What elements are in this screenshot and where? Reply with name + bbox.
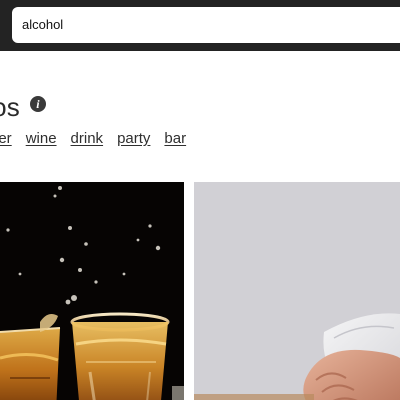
info-icon[interactable]: i bbox=[29, 96, 46, 112]
search-results-page: otos i eer wine drink party bar bbox=[0, 0, 400, 400]
tag-drink[interactable]: drink bbox=[71, 130, 104, 150]
tag-bar[interactable]: bar bbox=[164, 130, 186, 150]
photo-person-hands[interactable] bbox=[194, 182, 400, 400]
person-hands-image bbox=[194, 182, 400, 400]
search-input[interactable] bbox=[22, 7, 392, 43]
top-search-bar bbox=[0, 0, 400, 51]
page-title: otos bbox=[0, 91, 20, 122]
tag-party[interactable]: party bbox=[117, 130, 150, 150]
results-heading: otos i bbox=[0, 89, 46, 125]
tag-wine[interactable]: wine bbox=[26, 130, 57, 150]
whiskey-glasses-image bbox=[0, 182, 184, 400]
related-tags: eer wine drink party bar bbox=[0, 130, 186, 150]
tag-beer[interactable]: eer bbox=[0, 130, 12, 150]
search-box[interactable] bbox=[12, 7, 400, 43]
photo-whiskey-glasses[interactable] bbox=[0, 182, 184, 400]
